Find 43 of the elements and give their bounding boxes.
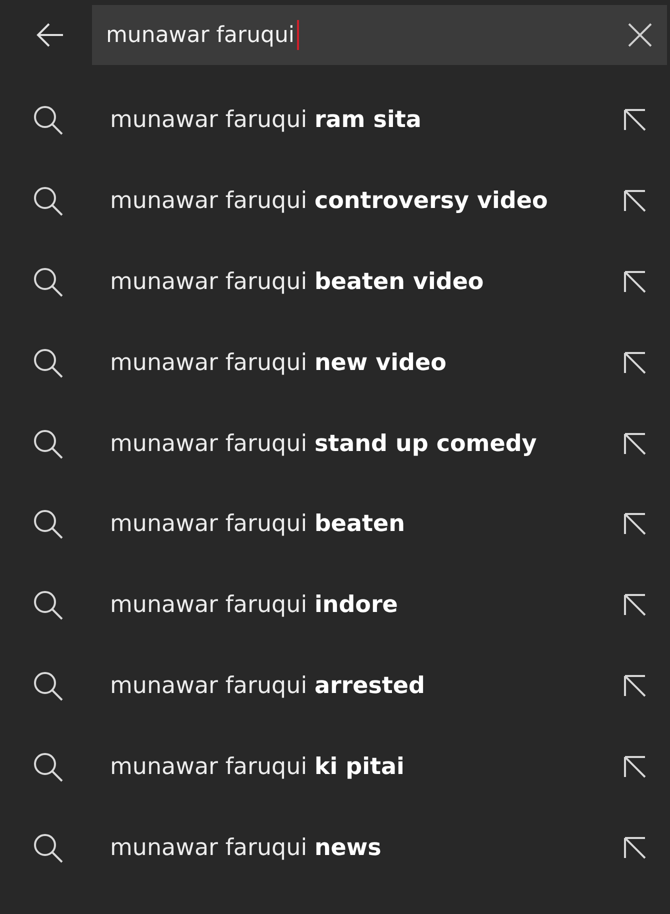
search-icon xyxy=(32,104,64,136)
search-icon xyxy=(32,750,64,783)
suggestion-text: munawar faruqui new video xyxy=(110,350,448,376)
search-icon xyxy=(32,266,64,298)
suggestion-text: munawar faruqui stand up comedy xyxy=(110,430,538,457)
search-icon xyxy=(32,589,64,622)
fill-query-arrow-icon[interactable] xyxy=(622,350,648,376)
fill-query-arrow-icon[interactable] xyxy=(622,592,648,618)
suggestion-item[interactable]: munawar faruqui stand up comedy xyxy=(0,403,670,484)
search-icon xyxy=(32,428,64,460)
close-icon[interactable] xyxy=(627,22,653,48)
fill-query-arrow-icon[interactable] xyxy=(622,834,648,861)
suggestion-text: munawar faruqui controversy video xyxy=(110,188,549,214)
suggestion-text: munawar faruqui beaten xyxy=(110,511,406,538)
search-icon xyxy=(32,185,64,218)
suggestion-text: munawar faruqui arrested xyxy=(110,672,426,699)
suggestion-item[interactable]: munawar faruqui new video xyxy=(0,322,670,404)
suggestion-item[interactable]: munawar faruqui controversy video xyxy=(0,160,670,242)
suggestion-text: munawar faruqui indore xyxy=(110,592,399,618)
text-cursor xyxy=(296,20,299,50)
fill-query-arrow-icon[interactable] xyxy=(622,188,648,214)
suggestion-item[interactable]: munawar faruqui beaten video xyxy=(0,242,670,322)
fill-query-arrow-icon[interactable] xyxy=(622,430,648,457)
suggestion-item[interactable]: munawar faruqui news xyxy=(0,807,670,888)
fill-query-arrow-icon[interactable] xyxy=(622,754,648,780)
fill-query-arrow-icon[interactable] xyxy=(622,672,648,699)
search-icon xyxy=(32,346,64,379)
suggestion-text: munawar faruqui ki pitai xyxy=(110,754,406,780)
suggestion-text: munawar faruqui ram sita xyxy=(110,107,422,134)
suggestion-item[interactable]: munawar faruqui beaten xyxy=(0,484,670,565)
fill-query-arrow-icon[interactable] xyxy=(622,511,648,538)
suggestion-item[interactable]: munawar faruqui arrested xyxy=(0,646,670,726)
fill-query-arrow-icon[interactable] xyxy=(622,268,648,295)
suggestion-item[interactable]: munawar faruqui ram sita xyxy=(0,80,670,161)
search-icon xyxy=(32,832,64,864)
fill-query-arrow-icon[interactable] xyxy=(622,107,648,134)
search-icon xyxy=(32,670,64,702)
search-icon xyxy=(32,508,64,540)
suggestion-text: munawar faruqui news xyxy=(110,834,382,861)
suggestion-item[interactable]: munawar faruqui ki pitai xyxy=(0,726,670,808)
suggestion-item[interactable]: munawar faruqui indore xyxy=(0,564,670,646)
search-field[interactable]: munawar faruqui xyxy=(92,5,667,65)
suggestion-text: munawar faruqui beaten video xyxy=(110,268,485,295)
